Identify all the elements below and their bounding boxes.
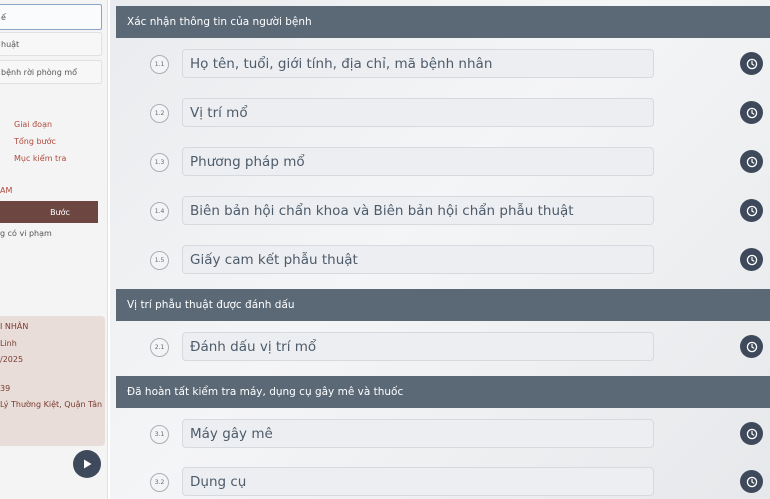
item-number: 1.4	[150, 202, 169, 221]
item-number: 1.1	[150, 55, 169, 74]
patient-date: /2025	[0, 355, 24, 364]
clock-button[interactable]	[740, 335, 763, 358]
checklist-item[interactable]: Giấy cam kết phẫu thuật	[182, 245, 654, 274]
checklist-row: 3.2 Dụng cụ	[110, 462, 770, 499]
clock-icon	[746, 205, 757, 216]
play-button[interactable]	[73, 450, 101, 478]
sidebar-nav-label: huật	[1, 39, 20, 49]
sidebar-nav-item[interactable]: huật	[0, 32, 102, 56]
play-icon	[84, 459, 92, 469]
violation-status: g có vi phạm	[0, 229, 52, 238]
item-number: 3.2	[150, 473, 169, 492]
sidebar-nav-item[interactable]: bệnh rời phòng mổ	[0, 60, 102, 84]
clock-icon	[746, 156, 757, 167]
checklist-row: 1.2 Vị trí mổ	[110, 93, 770, 133]
item-number: 1.2	[150, 104, 169, 123]
checklist-row: 2.1 Đánh dấu vị trí mổ	[110, 327, 770, 367]
section-header: Xác nhận thông tin của người bệnh	[116, 6, 770, 38]
item-label: Họ tên, tuổi, giới tính, địa chỉ, mã bện…	[190, 55, 493, 72]
item-label: Giấy cam kết phẫu thuật	[190, 251, 358, 268]
clock-button[interactable]	[740, 101, 763, 124]
item-label: Vị trí mổ	[190, 104, 248, 121]
clock-button[interactable]	[740, 52, 763, 75]
clock-icon	[746, 476, 757, 487]
check-items-label: Mục kiểm tra	[14, 154, 67, 163]
item-number: 3.1	[150, 425, 169, 444]
checklist-row: 1.5 Giấy cam kết phẫu thuật	[110, 240, 770, 280]
patient-name: Linh	[0, 339, 17, 348]
sidebar-nav-item[interactable]: ế	[0, 4, 102, 30]
checklist-item[interactable]: Máy gây mê	[182, 419, 654, 448]
section-header: Đã hoàn tất kiểm tra máy, dụng cụ gây mê…	[116, 376, 770, 408]
section-title: Xác nhận thông tin của người bệnh	[127, 16, 312, 28]
clock-button[interactable]	[740, 248, 763, 271]
checklist-item[interactable]: Dụng cụ	[182, 467, 654, 496]
clock-button[interactable]	[740, 199, 763, 222]
checklist-panel: Xác nhận thông tin của người bệnh 1.1 Họ…	[110, 0, 770, 499]
step-button-label: Bước	[50, 207, 70, 217]
patient-address: Lý Thường Kiệt, Quận Tân	[0, 400, 103, 409]
item-label: Dụng cụ	[190, 473, 247, 490]
item-number: 2.1	[150, 338, 169, 357]
clock-button[interactable]	[740, 422, 763, 445]
checklist-row: 1.1 Họ tên, tuổi, giới tính, địa chỉ, mã…	[110, 44, 770, 84]
checklist-item[interactable]: Đánh dấu vị trí mổ	[182, 332, 654, 361]
section-title: Đã hoàn tất kiểm tra máy, dụng cụ gây mê…	[127, 386, 404, 398]
clock-icon	[746, 58, 757, 69]
checklist-row: 1.3 Phương pháp mổ	[110, 142, 770, 182]
item-label: Biên bản hội chẩn khoa và Biên bản hội c…	[190, 202, 574, 219]
section-title: Vị trí phẫu thuật được đánh dấu	[127, 299, 295, 311]
checklist-row: 1.4 Biên bản hội chẩn khoa và Biên bản h…	[110, 191, 770, 231]
clock-icon	[746, 428, 757, 439]
item-number: 1.3	[150, 153, 169, 172]
section-header: Vị trí phẫu thuật được đánh dấu	[116, 289, 770, 321]
checklist-item[interactable]: Họ tên, tuổi, giới tính, địa chỉ, mã bện…	[182, 49, 654, 78]
item-number: 1.5	[150, 251, 169, 270]
total-steps-label: Tổng bước	[14, 137, 56, 146]
step-button[interactable]: Bước	[0, 201, 98, 223]
patient-heading: I NHÂN	[0, 322, 29, 331]
item-label: Phương pháp mổ	[190, 153, 305, 170]
item-label: Đánh dấu vị trí mổ	[190, 338, 317, 355]
clock-button[interactable]	[740, 470, 763, 493]
sidebar: ế huật bệnh rời phòng mổ Giai đoạn Tổng …	[0, 0, 108, 499]
clock-icon	[746, 254, 757, 265]
stage-label: Giai đoạn	[14, 120, 53, 129]
patient-card: I NHÂN Linh /2025 39 Lý Thường Kiệt, Quậ…	[0, 316, 105, 446]
clock-icon	[746, 107, 757, 118]
section-label: AM	[0, 186, 13, 195]
sidebar-nav-label: ế	[1, 12, 6, 22]
patient-code: 39	[0, 384, 11, 393]
checklist-item[interactable]: Vị trí mổ	[182, 98, 654, 127]
checklist-row: 3.1 Máy gây mê	[110, 414, 770, 454]
checklist-item[interactable]: Biên bản hội chẩn khoa và Biên bản hội c…	[182, 196, 654, 225]
clock-icon	[746, 341, 757, 352]
sidebar-nav-label: bệnh rời phòng mổ	[1, 67, 78, 77]
clock-button[interactable]	[740, 150, 763, 173]
checklist-item[interactable]: Phương pháp mổ	[182, 147, 654, 176]
item-label: Máy gây mê	[190, 425, 273, 442]
